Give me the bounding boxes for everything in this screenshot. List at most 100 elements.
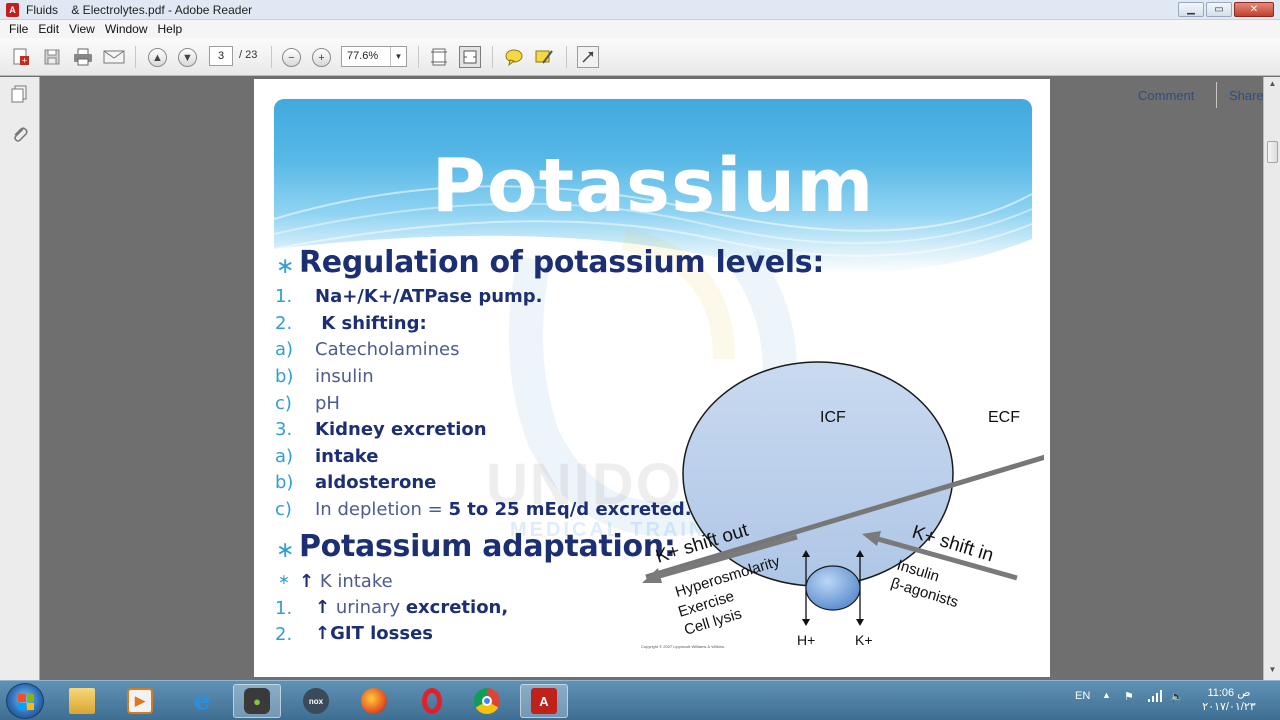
show-hidden-icons-icon[interactable]: ▲ <box>1102 690 1111 700</box>
list-marker: 1. <box>275 598 293 619</box>
taskbar-opera[interactable] <box>408 684 456 718</box>
taskbar-firefox[interactable] <box>350 684 398 718</box>
close-button[interactable]: ✕ <box>1234 2 1274 17</box>
start-button[interactable] <box>6 683 44 719</box>
zoom-value: 77.6% <box>347 50 379 62</box>
list-marker: b) <box>275 472 294 493</box>
taskbar-nox[interactable]: nox <box>292 684 340 718</box>
opera-icon <box>422 688 442 714</box>
h-ion-label: H+ <box>797 632 815 648</box>
taskbar-chrome[interactable] <box>463 684 511 718</box>
maximize-button[interactable]: ▭ <box>1206 2 1232 17</box>
attachments-icon[interactable] <box>11 125 29 143</box>
menu-file[interactable]: File <box>4 20 33 38</box>
adapt-bold-text: excretion, <box>405 597 509 618</box>
page-thumbnails-icon[interactable] <box>11 85 29 103</box>
icf-label: ICF <box>820 409 846 426</box>
network-icon[interactable] <box>1148 690 1162 705</box>
adapt-text: urinary <box>330 597 406 618</box>
taskbar-explorer[interactable] <box>58 684 106 718</box>
svg-text:+: + <box>22 56 27 66</box>
list-marker: a) <box>275 339 294 360</box>
list-marker: c) <box>275 499 292 520</box>
list-item: ↑ urinary excretion, <box>315 597 508 618</box>
scroll-thumb[interactable] <box>1267 141 1278 163</box>
clock-date: ٢٠١٧/٠١/٢٣ <box>1202 701 1256 713</box>
zoom-select[interactable]: 77.6% ▼ <box>341 46 407 67</box>
create-pdf-icon[interactable]: + <box>10 46 32 68</box>
taskbar-camtasia[interactable]: ● <box>233 684 281 718</box>
taskbar-adobe-reader[interactable]: A <box>520 684 568 718</box>
comment-button[interactable]: Comment <box>1138 88 1194 103</box>
language-indicator[interactable]: EN <box>1075 690 1090 702</box>
folder-icon <box>69 688 95 714</box>
pdf-page: Potassium UNIDOS MEDICAL TRAINING ∗ Regu… <box>254 79 1050 677</box>
list-item: pH <box>315 393 340 414</box>
media-player-icon: ▶ <box>127 688 153 714</box>
fit-page-icon[interactable] <box>428 46 450 68</box>
firefox-icon <box>361 688 387 714</box>
zoom-in-icon[interactable]: + <box>312 48 331 67</box>
adobe-reader-icon: A <box>6 3 19 17</box>
email-icon[interactable] <box>103 46 125 68</box>
full-screen-icon[interactable] <box>577 46 599 68</box>
slide-title: Potassium <box>431 143 875 229</box>
list-item: Na+/K+/ATPase pump. <box>315 286 543 307</box>
depletion-prefix: In depletion = <box>315 499 449 520</box>
toolbar: + ▲ ▼ − + Comment Share <box>0 38 1280 108</box>
list-marker: b) <box>275 366 294 387</box>
list-marker: c) <box>275 393 292 414</box>
minimize-button[interactable]: ▁ <box>1178 2 1204 17</box>
copyright-text: Copyright © 2007 Lippincott Williams & W… <box>641 644 726 649</box>
k-ion-label: K+ <box>855 632 873 648</box>
system-clock[interactable]: 11:06 ص ٢٠١٧/٠١/٢٣ <box>1198 686 1260 714</box>
scroll-down-icon[interactable]: ▼ <box>1267 665 1278 676</box>
vertical-scrollbar[interactable]: ▲ ▼ <box>1263 77 1280 680</box>
menu-help[interactable]: Help <box>153 20 188 38</box>
heading-bullet: ∗ <box>276 537 295 562</box>
taskbar-media-player[interactable]: ▶ <box>116 684 164 718</box>
list-marker: 3. <box>275 419 293 440</box>
list-item: ↑GIT losses <box>315 623 433 644</box>
title-bar: A Fluids & Electrolytes.pdf - Adobe Read… <box>0 0 1280 20</box>
taskbar-internet-explorer[interactable]: e <box>178 684 226 718</box>
list-item: Kidney excretion <box>315 419 487 440</box>
ecf-label: ECF <box>988 409 1020 426</box>
chevron-down-icon[interactable]: ▼ <box>390 47 406 66</box>
print-icon[interactable] <box>72 46 94 68</box>
na-k-pump-icon <box>805 565 861 611</box>
list-item: intake <box>315 446 379 467</box>
list-marker: 2. <box>275 624 293 645</box>
sticky-note-icon[interactable] <box>503 46 525 68</box>
volume-icon[interactable]: 🔈 <box>1170 690 1184 703</box>
action-center-icon[interactable]: ⚑ <box>1124 690 1134 703</box>
adapt-text: K intake <box>314 571 393 592</box>
heading-bullet: ∗ <box>276 253 295 278</box>
next-page-icon[interactable]: ▼ <box>178 48 197 67</box>
menu-window[interactable]: Window <box>100 20 153 38</box>
menu-view[interactable]: View <box>64 20 100 38</box>
heading-regulation: Regulation of potassium levels: <box>299 245 825 280</box>
camtasia-icon: ● <box>244 688 270 714</box>
nox-icon: nox <box>303 688 329 714</box>
list-item: K shifting: <box>315 313 427 334</box>
save-icon[interactable] <box>41 46 63 68</box>
fit-width-icon[interactable] <box>459 46 481 68</box>
menu-edit[interactable]: Edit <box>33 20 64 38</box>
zoom-out-icon[interactable]: − <box>282 48 301 67</box>
list-item: Catecholamines <box>315 339 460 360</box>
list-marker: 1. <box>275 286 293 307</box>
menu-bar: File Edit View Window Help <box>0 20 1280 38</box>
adobe-reader-icon: A <box>531 688 557 714</box>
adapt-bold-text: GIT losses <box>330 623 433 644</box>
up-arrow-icon: ↑ <box>299 571 315 592</box>
previous-page-icon[interactable]: ▲ <box>148 48 167 67</box>
highlight-icon[interactable] <box>533 46 555 68</box>
scroll-up-icon[interactable]: ▲ <box>1267 79 1278 90</box>
list-marker: ∗ <box>278 572 290 588</box>
page-number-input[interactable]: 3 <box>209 46 233 66</box>
windows-logo-icon <box>18 694 34 710</box>
share-button[interactable]: Share <box>1229 88 1264 103</box>
heading-adaptation: Potassium adaptation: <box>299 529 676 564</box>
list-marker: 2. <box>275 313 293 334</box>
